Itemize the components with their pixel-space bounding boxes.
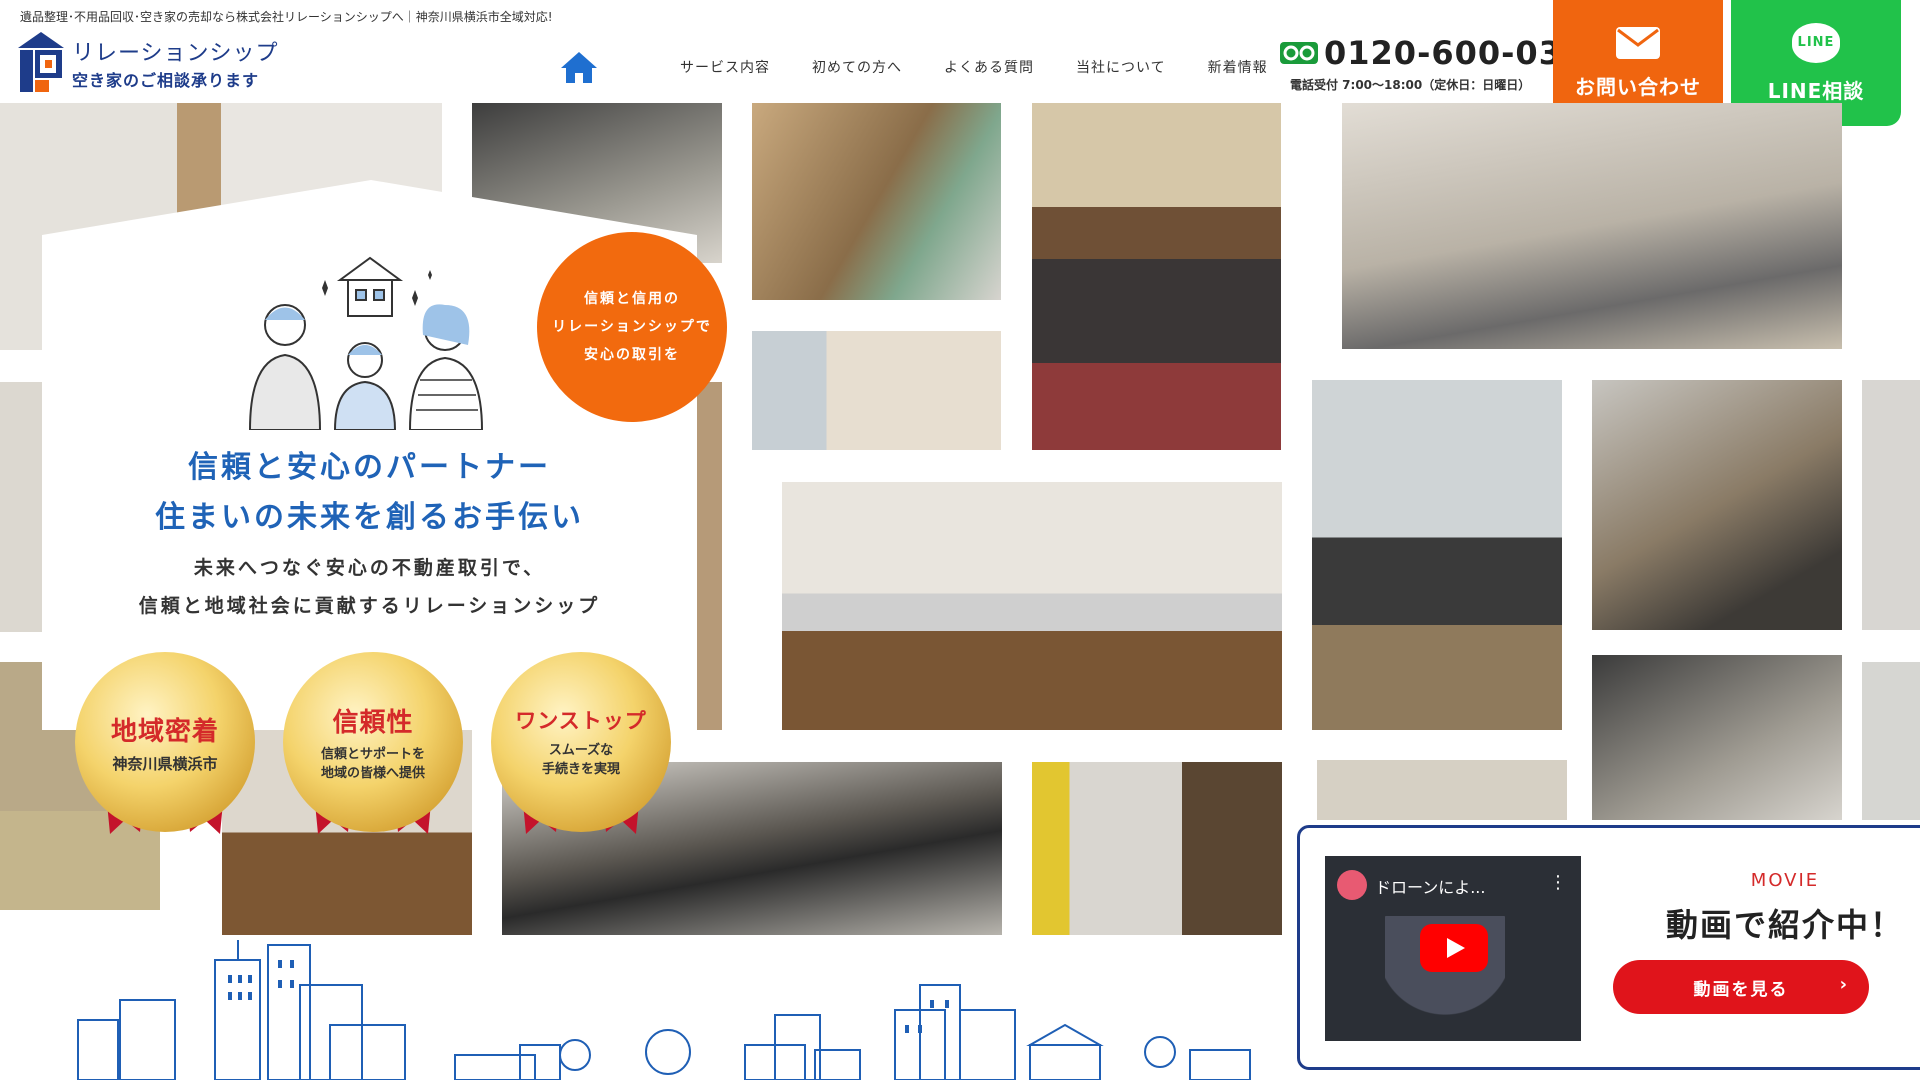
nav-news[interactable]: 新着情報 xyxy=(1208,57,1268,77)
line-badge-text: LINE xyxy=(1797,35,1835,50)
main-nav: サービス内容 初めての方へ よくある質問 当社について 新着情報 xyxy=(560,50,1268,84)
home-icon[interactable] xyxy=(560,50,598,84)
logo-subtitle: 空き家のご相談承ります xyxy=(72,71,260,90)
room-photo xyxy=(782,482,1282,730)
header-tagline: 遺品整理･不用品回収･空き家の売却なら株式会社リレーションシップへ｜神奈川県横浜… xyxy=(20,10,553,24)
logo-name: リレーションシップ xyxy=(72,41,279,66)
watch-video-button[interactable]: 動画を見る › xyxy=(1613,960,1869,1014)
video-title: ドローンによ... xyxy=(1375,878,1486,897)
trust-badge-line: 信頼と信用の xyxy=(584,291,680,307)
trust-badge-line: リレーションシップで xyxy=(552,319,712,335)
room-photo xyxy=(1862,380,1920,630)
movie-heading: 動画で紹介中！ xyxy=(1665,906,1904,944)
medal-title: 地域密着 xyxy=(110,716,219,747)
room-photo xyxy=(1592,380,1842,630)
more-options-icon[interactable]: ⋮ xyxy=(1549,872,1567,893)
play-icon[interactable] xyxy=(1420,924,1488,972)
room-photo xyxy=(1317,760,1567,820)
medal-subtitle: 信頼とサポートを 地域の皆様へ提供 xyxy=(320,746,425,781)
line-label: LINE相談 xyxy=(1767,78,1865,103)
phone-hours: 電話受付 7:00〜18:00（定休日：日曜日） xyxy=(1290,78,1531,92)
trust-badge-line: 安心の取引を xyxy=(584,347,680,363)
contact-label: お問い合わせ xyxy=(1575,74,1701,99)
city-skyline-icon xyxy=(77,940,1251,1080)
movie-label: MOVIE xyxy=(1750,870,1820,891)
medal-local: 地域密着 神奈川県横浜市 xyxy=(70,652,260,842)
mail-icon xyxy=(1616,26,1660,59)
hero-title-line1: 信頼と安心のパートナー xyxy=(188,450,551,485)
nav-about[interactable]: 当社について xyxy=(1076,57,1166,77)
medal-subtitle: スムーズな 手続きを実現 xyxy=(541,743,620,777)
room-photo xyxy=(0,382,42,632)
trust-badge: 信頼と信用の リレーションシップで 安心の取引を xyxy=(537,232,727,422)
room-photo xyxy=(1862,662,1920,820)
medal-title: ワンストップ xyxy=(515,709,647,733)
hero-title-line2: 住まいの未来を創るお手伝い xyxy=(155,500,584,535)
room-photo xyxy=(1592,655,1842,820)
room-photo xyxy=(752,331,1001,450)
room-photo xyxy=(1032,762,1282,935)
hero-subtitle-line1: 未来へつなぐ安心の不動産取引で、 xyxy=(193,557,546,579)
nav-services[interactable]: サービス内容 xyxy=(680,57,770,77)
room-photo xyxy=(752,103,1001,300)
medal-one-stop: ワンストップ スムーズな 手続きを実現 xyxy=(486,652,676,842)
logo-mark-icon xyxy=(18,32,64,92)
medal-title: 信頼性 xyxy=(332,707,414,738)
medal-reliability: 信頼性 信頼とサポートを 地域の皆様へ提供 xyxy=(278,652,468,842)
movie-panel: ドローンによ... ⋮ MOVIE 動画で紹介中！ 動画を見る › xyxy=(1297,825,1920,1070)
free-dial-icon xyxy=(1280,42,1318,64)
nav-first-time[interactable]: 初めての方へ xyxy=(812,57,902,77)
room-photo xyxy=(1342,103,1842,349)
video-thumbnail[interactable]: ドローンによ... ⋮ xyxy=(1325,856,1581,1041)
line-icon: LINE xyxy=(1792,22,1840,63)
nav-faq[interactable]: よくある質問 xyxy=(944,57,1034,77)
room-photo xyxy=(1032,103,1281,450)
room-photo xyxy=(1312,380,1562,730)
site-logo[interactable]: リレーションシップ 空き家のご相談承ります xyxy=(18,32,279,94)
medal-subtitle: 神奈川県横浜市 xyxy=(112,754,218,773)
room-photo xyxy=(697,382,722,730)
phone-block[interactable]: 0120-600-036 電話受付 7:00〜18:00（定休日：日曜日） xyxy=(1280,34,1585,93)
hero-subtitle-line2: 信頼と地域社会に貢献するリレーションシップ xyxy=(138,595,601,617)
channel-avatar xyxy=(1337,870,1367,900)
chevron-right-icon: › xyxy=(1839,974,1849,995)
watch-video-label: 動画を見る xyxy=(1693,979,1789,1000)
phone-number[interactable]: 0120-600-036 xyxy=(1324,34,1585,72)
family-illustration-icon xyxy=(248,256,484,430)
